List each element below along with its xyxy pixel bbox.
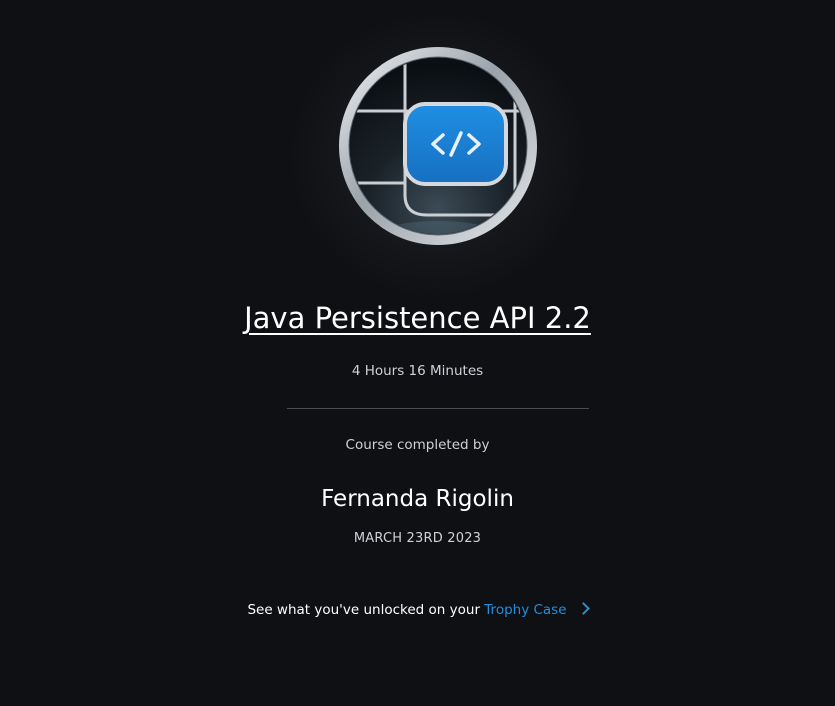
certificate-page: Java Persistence API 2.2 4 Hours 16 Minu… <box>0 0 835 706</box>
chevron-right-icon <box>576 602 590 615</box>
course-badge <box>339 47 537 245</box>
completion-date: MARCH 23RD 2023 <box>353 531 482 546</box>
course-title-link[interactable]: Java Persistence API 2.2 <box>244 301 591 335</box>
unlock-message: See what you've unlocked on your Trophy … <box>0 602 835 618</box>
trophy-case-label: Trophy Case <box>484 602 567 618</box>
trophy-case-link[interactable]: Trophy Case <box>484 602 590 618</box>
course-title: Java Persistence API 2.2 <box>0 298 835 338</box>
divider <box>287 408 589 409</box>
unlock-prefix: See what you've unlocked on your <box>247 602 485 618</box>
completed-by-label: Course completed by <box>345 437 490 453</box>
learner-name: Fernanda Rigolin <box>321 486 514 512</box>
course-duration: 4 Hours 16 Minutes <box>351 363 484 379</box>
